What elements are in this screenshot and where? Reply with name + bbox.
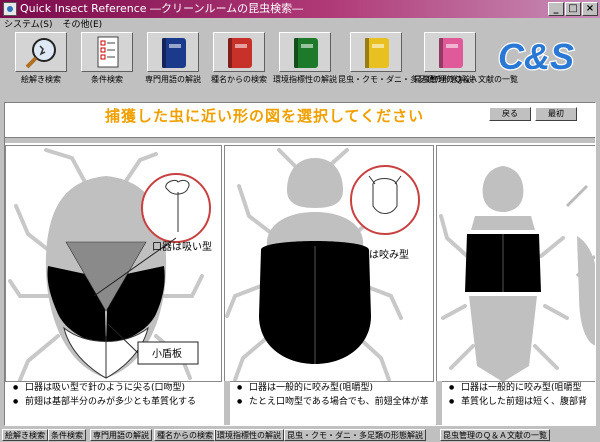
- note-item: 前翅は基部半分のみが多少とも革質化する: [13, 395, 196, 409]
- note-item: 口器は一般的に咬み型(咀嚼型): [237, 381, 429, 395]
- tool-picture-search-button[interactable]: 絵解き検索: [8, 32, 74, 98]
- book-yellow-icon: [365, 38, 389, 68]
- window-title: Quick Insect Reference ―クリーンルームの昆虫検索―: [20, 2, 304, 15]
- menu-other[interactable]: その他(E): [62, 18, 102, 32]
- scutellum-callout: 小盾板: [152, 347, 182, 360]
- tab-species-search[interactable]: 種名からの検索: [154, 429, 216, 441]
- minimize-button[interactable]: _: [548, 2, 564, 16]
- notes-separator: [224, 381, 230, 425]
- app-icon[interactable]: [3, 2, 17, 16]
- toolbar: 絵解き検索 条件検索 専門用語の解説 種名からの検索 環境指標性の解説 昆虫・ク…: [0, 32, 600, 100]
- insect-card-biting[interactable]: 口器は咬み型: [224, 145, 434, 382]
- close-button[interactable]: ×: [582, 2, 598, 16]
- tool-qa-references-button[interactable]: 昆虫管理のＱ＆Ａ文献の一覧: [414, 32, 518, 98]
- tool-environment-indicator-button[interactable]: 環境指標性の解説: [272, 32, 338, 98]
- rove-beetle-illustration: [439, 166, 595, 381]
- mouth-label-sucking: 口器は吸い型: [152, 240, 212, 253]
- tool-species-search-button[interactable]: 種名からの検索: [206, 32, 272, 98]
- card-notes-short-wing: 口器は一般的に咬み型(咀嚼型 革質化した前翅は短く、腹部背: [449, 381, 587, 409]
- title-bar: Quick Insect Reference ―クリーンルームの昆虫検索― _ …: [0, 0, 600, 18]
- page-heading: 捕獲した虫に近い形の図を選択してください: [105, 107, 425, 125]
- true-bug-illustration: 口器は吸い型 小盾板: [8, 148, 212, 381]
- picture-search-panel: 捕獲した虫に近い形の図を選択してください 戻る 最初 口器は吸い型 小盾板 口器…: [4, 102, 596, 426]
- insect-card-short-wing[interactable]: [436, 145, 595, 382]
- maximize-button[interactable]: □: [565, 2, 581, 16]
- tool-morphology-label: 昆虫・クモ・ダニ・多足類の形態解説: [338, 75, 474, 84]
- tool-morphology-button[interactable]: 昆虫・クモ・ダニ・多足類の形態解説: [338, 32, 474, 98]
- tab-morphology[interactable]: 昆虫・クモ・ダニ・多足類の形態解説: [284, 429, 426, 441]
- notes-separator: [436, 381, 442, 425]
- tool-glossary-button[interactable]: 専門用語の解説: [140, 32, 206, 98]
- first-button[interactable]: 最初: [535, 107, 577, 121]
- tab-environment-indicator[interactable]: 環境指標性の解説: [214, 429, 284, 441]
- tool-glossary-label: 専門用語の解説: [145, 75, 201, 84]
- checklist-icon: [97, 36, 119, 68]
- note-item: たとえ口吻型である場合でも、前翅全体が革: [237, 395, 429, 409]
- tool-condition-search-button[interactable]: 条件検索: [74, 32, 140, 98]
- tool-qa-references-label: 昆虫管理のＱ＆Ａ文献の一覧: [414, 75, 518, 84]
- note-item: 口器は一般的に咬み型(咀嚼型: [449, 381, 587, 395]
- app-window: Quick Insect Reference ―クリーンルームの昆虫検索― _ …: [0, 0, 600, 442]
- tool-condition-search-label: 条件検索: [91, 75, 123, 84]
- card-notes-biting: 口器は一般的に咬み型(咀嚼型) たとえ口吻型である場合でも、前翅全体が革: [237, 381, 429, 409]
- note-item: 口器は吸い型で針のように尖る(口吻型): [13, 381, 196, 395]
- magnifier-icon: [25, 38, 56, 69]
- tool-picture-search-label: 絵解き検索: [21, 75, 61, 84]
- book-navy-icon: [162, 38, 186, 68]
- insect-card-sucking[interactable]: 口器は吸い型 小盾板: [5, 145, 222, 382]
- mouth-label-biting: 口器は咬み型: [349, 248, 409, 261]
- card-notes-sucking: 口器は吸い型で針のように尖る(口吻型) 前翅は基部半分のみが多少とも革質化する: [13, 381, 196, 409]
- book-red-icon: [228, 38, 252, 68]
- company-logo: C&S: [497, 36, 576, 76]
- divider: [5, 137, 595, 143]
- logo-text: C&S: [498, 36, 574, 76]
- note-item: 革質化した前翅は短く、腹部背: [449, 395, 587, 409]
- tab-glossary[interactable]: 専門用語の解説: [90, 429, 152, 441]
- book-green-icon: [294, 38, 318, 68]
- tool-environment-indicator-label: 環境指標性の解説: [273, 75, 337, 84]
- tab-condition-search[interactable]: 条件検索: [48, 429, 86, 441]
- bottom-tab-bar: 絵解き検索 条件検索 専門用語の解説 種名からの検索 環境指標性の解説 昆虫・ク…: [0, 428, 600, 442]
- menu-system[interactable]: システム(S): [4, 18, 52, 32]
- back-button[interactable]: 戻る: [489, 107, 531, 121]
- book-pink-icon: [439, 38, 463, 68]
- menu-bar: システム(S) その他(E): [0, 18, 600, 32]
- tab-qa-references[interactable]: 昆虫管理のＱ＆Ａ文献の一覧: [440, 429, 550, 441]
- beetle-illustration: 口器は咬み型: [225, 148, 420, 381]
- tab-picture-search[interactable]: 絵解き検索: [2, 429, 48, 441]
- tool-species-search-label: 種名からの検索: [211, 75, 267, 84]
